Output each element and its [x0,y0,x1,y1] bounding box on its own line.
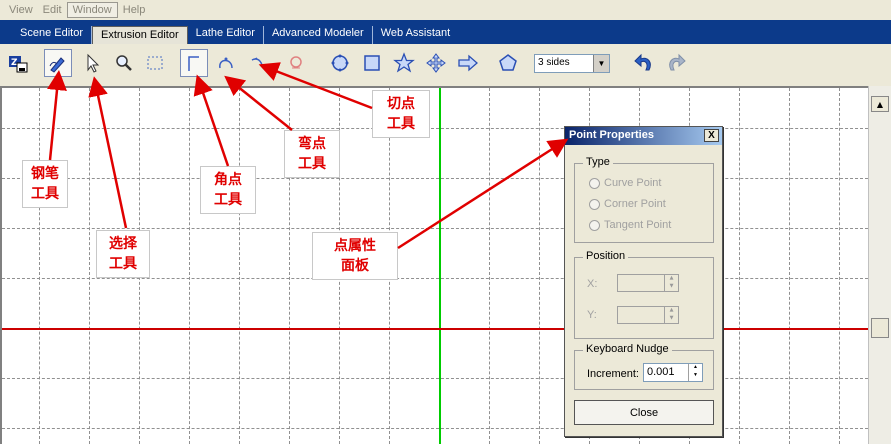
radio-icon [589,219,600,231]
scroll-thumb[interactable] [871,318,889,338]
annotation-text: 面板 [341,258,369,274]
annotation-text: 选择 [109,236,137,252]
grid-line-vertical [489,88,490,444]
type-group-title: Type [583,156,613,168]
grid-line-vertical [739,88,740,444]
radio-tangent-point[interactable]: Tangent Point [589,219,671,231]
circle-icon[interactable] [326,49,354,77]
increment-label: Increment: [587,368,639,380]
pen-tool-icon[interactable] [44,49,72,77]
annotation-text: 工具 [387,116,415,132]
nudge-group-title: Keyboard Nudge [583,343,672,355]
delete-point-icon[interactable] [282,49,310,77]
menu-window[interactable]: Window [66,2,118,18]
sides-select[interactable]: 3 sides ▼ [534,54,610,73]
undo-icon[interactable] [630,49,658,77]
tab-web-assistant[interactable]: Web Assistant [373,26,459,44]
tab-scene-editor[interactable]: Scene Editor [12,26,92,44]
position-group-title: Position [583,250,629,262]
cross-arrows-icon[interactable] [422,49,450,77]
grid-line-vertical [89,88,90,444]
panel-title-bar[interactable]: Point Properties X [565,127,722,145]
radio-label: Tangent Point [604,219,672,231]
annotation-text: 角点 [214,172,242,188]
radio-icon [589,177,600,189]
menu-view[interactable]: View [4,3,38,17]
close-button[interactable]: Close [574,400,714,425]
spinner-buttons[interactable]: ▲ ▼ [664,275,678,291]
vertical-scrollbar[interactable]: ▲ [868,86,891,444]
annotation-text: 工具 [31,186,59,202]
radio-label: Curve Point [604,177,662,189]
position-group: Position X: ▲ ▼ Y: ▲ ▼ [574,250,714,339]
y-spinner[interactable]: ▲ ▼ [617,306,679,324]
panel-title: Point Properties [569,129,654,141]
annotation-text: 工具 [298,156,326,172]
x-axis-line [2,328,868,330]
point-properties-panel: Point Properties X Type Curve Point Corn… [564,126,723,437]
menu-bar: View Edit Window Help [0,0,891,20]
radio-corner-point[interactable]: Corner Point [589,198,666,210]
annotation-corner-point-tool: 角点 工具 [200,166,256,214]
annotation-text: 钢笔 [31,166,59,182]
grid-line-vertical [239,88,240,444]
annotation-tangent-point-tool: 切点 工具 [372,90,430,138]
spinner-buttons[interactable]: ▲ ▼ [688,364,702,381]
save-icon[interactable]: Z [4,49,32,77]
radio-icon [589,198,600,210]
annotation-curve-point-tool: 弯点 工具 [284,130,340,178]
grid-line-vertical [789,88,790,444]
sides-select-value: 3 sides [538,57,570,68]
x-spinner[interactable]: ▲ ▼ [617,274,679,292]
grid-line-vertical [539,88,540,444]
toolbar: Z 3 sides ▼ [0,44,891,84]
annotation-pen-tool: 钢笔 工具 [22,160,68,208]
radio-curve-point[interactable]: Curve Point [589,177,661,189]
menu-help[interactable]: Help [118,3,151,17]
chevron-down-icon[interactable]: ▼ [593,55,609,72]
square-icon[interactable] [358,49,386,77]
increment-input[interactable]: 0.001 ▲ ▼ [643,363,703,382]
tab-advanced-modeler[interactable]: Advanced Modeler [264,26,373,44]
y-axis-line [439,88,441,444]
radio-label: Corner Point [604,198,666,210]
curve-point-icon[interactable] [212,49,240,77]
redo-icon[interactable] [662,49,690,77]
annotation-text: 工具 [214,192,242,208]
x-label: X: [587,278,598,290]
menu-edit[interactable]: Edit [38,3,67,17]
y-label: Y: [587,309,597,321]
grid-line-vertical [39,88,40,444]
tab-lathe-editor[interactable]: Lathe Editor [188,26,264,44]
arrow-icon[interactable] [454,49,482,77]
annotation-text: 弯点 [298,136,326,152]
select-arrow-icon[interactable] [78,49,106,77]
keyboard-nudge-group: Keyboard Nudge Increment: 0.001 ▲ ▼ [574,343,714,390]
scroll-up-icon[interactable]: ▲ [871,96,889,112]
close-icon[interactable]: X [704,129,719,142]
tangent-point-icon[interactable] [244,49,272,77]
grid-line-vertical [189,88,190,444]
marquee-icon[interactable] [141,49,169,77]
annotation-point-properties: 点属性 面板 [312,232,398,280]
zoom-icon[interactable] [110,49,138,77]
tab-extrusion-editor[interactable]: Extrusion Editor [91,26,188,44]
polygon-icon[interactable] [494,49,522,77]
increment-value: 0.001 [647,366,675,378]
grid-line-vertical [839,88,840,444]
annotation-text: 切点 [387,96,415,112]
type-group: Type Curve Point Corner Point Tangent Po… [574,156,714,243]
spinner-buttons[interactable]: ▲ ▼ [664,307,678,323]
annotation-text: 点属性 [334,238,376,254]
editor-tab-bar: Scene Editor Extrusion Editor Lathe Edit… [0,20,891,44]
annotation-select-tool: 选择 工具 [96,230,150,278]
annotation-text: 工具 [109,256,137,272]
star-icon[interactable] [390,49,418,77]
corner-point-icon[interactable] [180,49,208,77]
